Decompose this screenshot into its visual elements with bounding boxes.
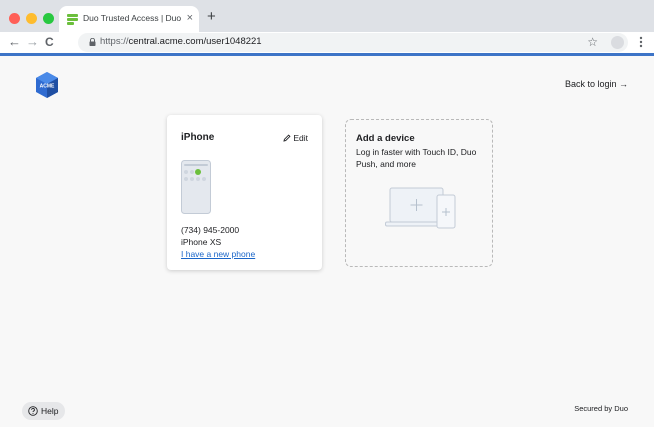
back-to-login-link[interactable]: Back to login → [565,79,628,89]
url-text: https://central.acme.com/user1048221 [100,36,262,47]
url-host-path: central.acme.com/user1048221 [128,36,262,47]
browser-toolbar: ← → C https://central.acme.com/user10482… [0,32,654,53]
new-tab-button[interactable]: + [207,9,216,24]
browser-tab-bar: Duo Trusted Access | Duo Sec × + [0,0,654,32]
minimize-window-button[interactable] [26,13,37,24]
forward-arrow-icon[interactable]: → [26,34,39,50]
maximize-window-button[interactable] [43,13,54,24]
add-device-title: Add a device [356,133,415,144]
profile-avatar[interactable] [611,36,624,49]
logo-text: ACME [40,84,55,90]
phone-illustration [181,160,211,214]
add-device-description: Log in faster with Touch ID, Duo Push, a… [356,147,477,169]
tab-title: Duo Trusted Access | Duo Sec [83,13,181,23]
secured-by-duo: Secured by Duo [574,404,628,413]
new-phone-link[interactable]: I have a new phone [181,249,255,259]
reload-icon[interactable]: C [45,34,54,50]
pencil-icon [283,134,291,142]
star-icon[interactable]: ☆ [587,34,598,50]
address-bar[interactable]: https://central.acme.com/user1048221 ☆ [78,33,628,52]
page-content: ACME Back to login → iPhone Edit (734) 9… [0,56,654,427]
duo-favicon-icon [67,14,78,25]
lock-icon [89,38,96,46]
add-device-card[interactable]: Add a device Log in faster with Touch ID… [345,119,493,267]
url-scheme: https:// [100,36,129,47]
help-circle-icon [28,406,38,416]
help-label: Help [41,406,59,416]
back-arrow-icon[interactable]: ← [8,34,21,50]
device-card: iPhone Edit (734) 945-2000 iPhone XS I h… [167,115,322,270]
laptop-tablet-illustration [385,187,456,229]
device-name: iPhone [181,132,215,143]
tab-close-icon[interactable]: × [187,11,193,25]
device-model: iPhone XS [181,237,222,247]
edit-button[interactable]: Edit [283,133,308,143]
browser-tab[interactable]: Duo Trusted Access | Duo Sec × [59,6,199,32]
help-button[interactable]: Help [22,402,66,420]
acme-logo: ACME [36,72,58,98]
edit-label: Edit [293,133,308,143]
device-phone-number: (734) 945-2000 [181,225,240,235]
menu-dots-icon[interactable] [636,35,646,49]
close-window-button[interactable] [9,13,20,24]
